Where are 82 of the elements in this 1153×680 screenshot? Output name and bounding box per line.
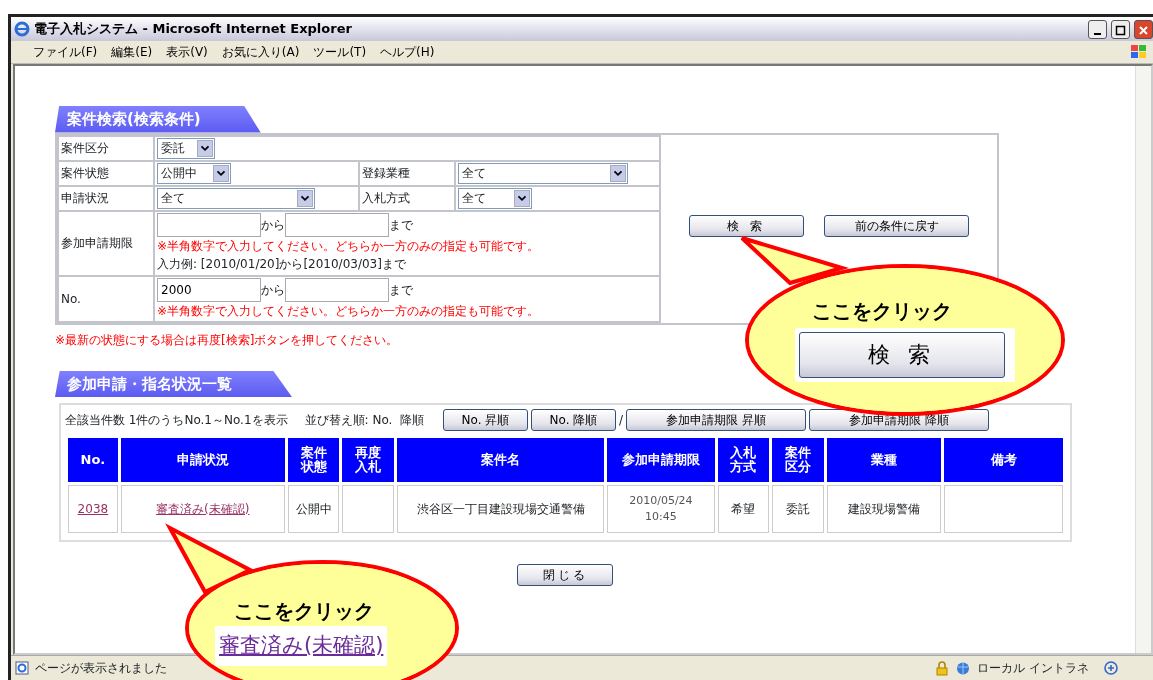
browser-logo-icon bbox=[14, 21, 30, 37]
column-header: 案件状態 bbox=[287, 438, 340, 482]
column-header: 備考 bbox=[944, 438, 1063, 482]
table-link[interactable]: 審査済み(未確認) bbox=[156, 502, 250, 516]
column-header: 入札方式 bbox=[717, 438, 770, 482]
input-field[interactable] bbox=[285, 213, 389, 237]
sort-button[interactable]: No. 昇順 bbox=[443, 409, 528, 431]
column-header: 参加申請期限 bbox=[607, 438, 715, 482]
caret-icon bbox=[213, 164, 229, 182]
zone-text: ローカル イントラネ bbox=[977, 660, 1089, 677]
caret-icon bbox=[610, 164, 626, 182]
dropdown[interactable]: 全て bbox=[458, 187, 532, 209]
menu-item[interactable]: 編集(E) bbox=[111, 43, 153, 61]
menu-item[interactable]: ツール(T) bbox=[313, 43, 367, 61]
result-summary: 全該当件数 1件のうちNo.1～No.1を表示 bbox=[65, 412, 288, 429]
hint-text: ※半角数字で入力してください。どちらか一方のみの指定も可能です。 bbox=[157, 302, 541, 320]
table-cell-text: 渋谷区一丁目建設現場交通警備 bbox=[416, 502, 585, 516]
search-button[interactable]: 検 索 bbox=[689, 214, 804, 237]
callout-text: ここをクリック bbox=[812, 298, 952, 325]
callout-text: ここをクリック bbox=[234, 598, 374, 625]
windows-flag-icon bbox=[1129, 43, 1149, 61]
field-label: No. bbox=[58, 275, 154, 322]
field-label: 申請状況 bbox=[58, 185, 154, 211]
input-field[interactable] bbox=[285, 277, 389, 302]
caret-icon bbox=[514, 189, 530, 207]
circle-plus-icon bbox=[1103, 660, 1119, 676]
column-header: 業種 bbox=[826, 438, 942, 482]
table-cell-text: 建設現場警備 bbox=[848, 502, 921, 516]
range-word: まで bbox=[389, 217, 413, 234]
column-header: No. bbox=[68, 438, 118, 482]
separator-text: / bbox=[619, 412, 624, 429]
sort-button[interactable]: No. 降順 bbox=[531, 409, 616, 431]
input-field[interactable] bbox=[157, 213, 261, 237]
menu-item[interactable]: 表示(V) bbox=[166, 43, 208, 61]
table-cell-text: 委託 bbox=[786, 502, 811, 516]
field-label: 案件区分 bbox=[58, 135, 154, 161]
menu-item[interactable]: お気に入り(A) bbox=[221, 43, 300, 61]
dropdown[interactable]: 全て bbox=[157, 187, 315, 209]
caret-icon bbox=[297, 189, 313, 207]
range-word: から bbox=[261, 281, 285, 299]
menu-item[interactable]: ヘルプ(H) bbox=[380, 43, 435, 61]
table-cell-text: 希望 bbox=[731, 502, 756, 516]
range-word: から bbox=[261, 217, 285, 234]
sort-button[interactable]: 参加申請期限 昇順 bbox=[626, 409, 807, 431]
input-field[interactable]: 2000 bbox=[157, 277, 261, 302]
sort-order-label: 並び替え順: No. 降順 bbox=[304, 412, 424, 429]
dropdown[interactable]: 公開中 bbox=[157, 162, 231, 184]
section-heading: 案件検索(検索条件) bbox=[55, 106, 261, 133]
table-link[interactable]: 2038 bbox=[77, 502, 109, 516]
search-button[interactable]: 前の条件に戻す bbox=[824, 214, 969, 237]
window-title: 電子入札システム - Microsoft Internet Explorer bbox=[34, 20, 352, 39]
column-header: 再度入札 bbox=[342, 438, 395, 482]
status-text: ページが表示されました bbox=[35, 660, 167, 677]
lock-icon bbox=[935, 660, 950, 676]
close-page-button[interactable]: 閉じる bbox=[517, 564, 613, 586]
dropdown[interactable]: 委託 bbox=[157, 137, 215, 159]
dropdown[interactable]: 全て bbox=[458, 162, 628, 184]
hint-text: ※半角数字で入力してください。どちらか一方のみの指定も可能です。 bbox=[157, 238, 541, 255]
table-cell-text: 2010/05/24 10:45 bbox=[628, 492, 694, 525]
maximize-button[interactable] bbox=[1111, 19, 1130, 39]
section-heading: 参加申請・指名状況一覧 bbox=[55, 370, 292, 397]
field-label: 入札方式 bbox=[359, 185, 455, 211]
caret-icon bbox=[197, 139, 213, 157]
field-label: 参加申請期限 bbox=[58, 210, 154, 276]
minimize-button[interactable] bbox=[1088, 19, 1107, 39]
notice-text: ※最新の状態にする場合は再度[検索]ボタンを押してください。 bbox=[55, 331, 400, 349]
close-icon bbox=[1137, 23, 1150, 37]
column-header: 案件名 bbox=[397, 438, 605, 482]
table-cell bbox=[342, 485, 395, 533]
field-label: 登録業種 bbox=[359, 160, 455, 186]
globe-icon bbox=[955, 660, 972, 676]
range-word: まで bbox=[389, 281, 413, 299]
page-icon bbox=[15, 661, 29, 675]
minimize-icon bbox=[1094, 32, 1101, 35]
column-header: 案件区分 bbox=[772, 438, 824, 482]
example-text: 入力例: [2010/01/20]から[2010/03/03]まで bbox=[157, 256, 407, 273]
table-cell-text: 公開中 bbox=[295, 502, 332, 516]
close-button[interactable] bbox=[1134, 19, 1153, 39]
column-header: 申請状況 bbox=[120, 438, 285, 482]
maximize-icon bbox=[1114, 23, 1127, 37]
field-label: 案件状態 bbox=[58, 160, 154, 186]
menu-item[interactable]: ファイル(F) bbox=[33, 43, 98, 61]
